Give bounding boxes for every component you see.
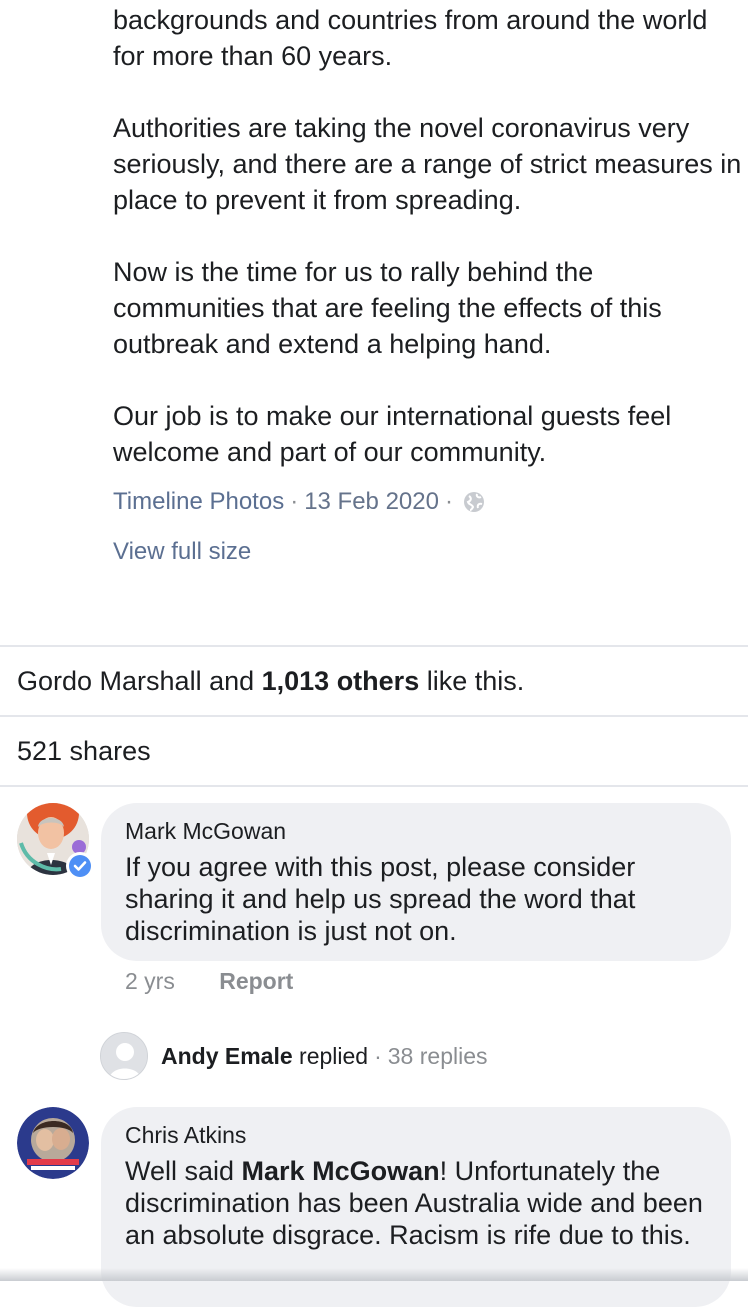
likes-prefix: Gordo Marshall and — [17, 666, 262, 696]
comment-time[interactable]: 2 yrs — [125, 968, 175, 994]
comment-author[interactable]: Mark McGowan — [125, 817, 707, 845]
post-paragraph: backgrounds and countries from around th… — [113, 5, 708, 71]
separator: · — [290, 488, 299, 515]
avatar — [100, 1032, 148, 1080]
reply-count: 38 replies — [387, 1042, 488, 1069]
replies-summary[interactable]: Andy Emale replied · 38 replies — [100, 1032, 488, 1080]
post-paragraph: Our job is to make our international gue… — [113, 401, 672, 467]
comment-author[interactable]: Chris Atkins — [125, 1121, 707, 1149]
view-full-size-link[interactable]: View full size — [113, 538, 251, 566]
verified-icon — [69, 855, 91, 877]
verified-badge-ring — [66, 852, 94, 880]
post-meta: Timeline Photos · 13 Feb 2020 · — [113, 488, 485, 516]
album-link[interactable]: Timeline Photos — [113, 488, 284, 516]
comment-bubble[interactable]: Mark McGowan If you agree with this post… — [101, 803, 731, 961]
likes-count[interactable]: 1,013 others — [262, 666, 420, 696]
reply-action: replied — [292, 1042, 369, 1069]
divider — [0, 715, 748, 717]
report-button[interactable]: Report — [219, 968, 293, 994]
likes-summary[interactable]: Gordo Marshall and 1,013 others like thi… — [17, 666, 524, 697]
comment-text-prefix: Well said — [125, 1156, 242, 1186]
post-paragraph: Authorities are taking the novel coronav… — [113, 113, 742, 215]
bottom-bar-shadow — [0, 1268, 748, 1281]
separator: · — [444, 488, 453, 515]
comment-actions: 2 yrs Report — [125, 968, 293, 995]
divider — [0, 785, 748, 787]
post-paragraph: Now is the time for us to rally behind t… — [113, 257, 662, 359]
avatar[interactable] — [17, 1107, 89, 1179]
likes-suffix: like this. — [419, 666, 525, 696]
reply-author: Andy Emale — [161, 1042, 293, 1069]
divider — [0, 645, 748, 647]
post-body: backgrounds and countries from around th… — [113, 2, 743, 506]
globe-icon — [463, 491, 485, 513]
separator: · — [374, 1042, 382, 1069]
post-date[interactable]: 13 Feb 2020 — [304, 488, 439, 516]
shares-count[interactable]: 521 shares — [17, 736, 151, 767]
mention-link[interactable]: Mark McGowan — [242, 1156, 440, 1186]
comment-text: If you agree with this post, please cons… — [125, 852, 636, 946]
comment-text: Well said Mark McGowan! Unfortunately th… — [125, 1155, 707, 1251]
